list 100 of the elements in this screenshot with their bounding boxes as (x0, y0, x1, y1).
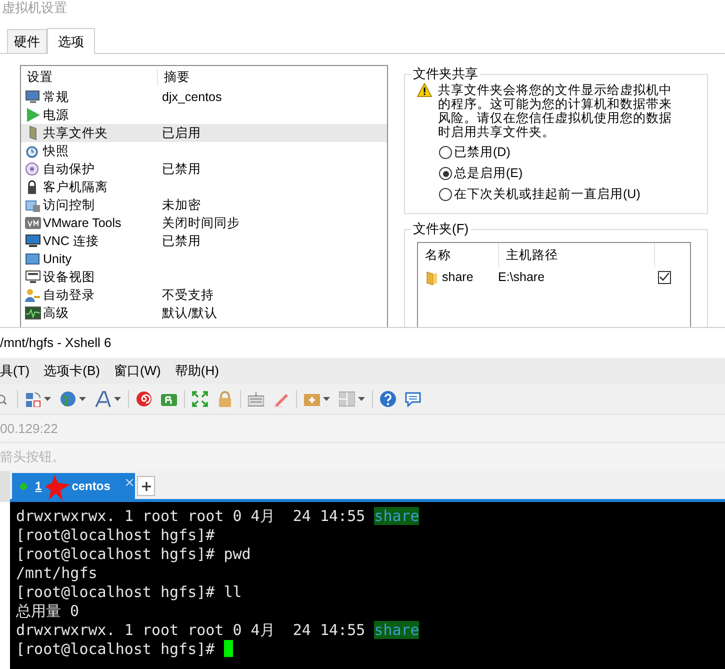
setting-summary: 已启用 (162, 124, 201, 142)
tab-number: 1 (35, 479, 42, 493)
list-row[interactable]: 客户机隔离 (21, 178, 387, 196)
list-row[interactable]: 共享文件夹 已启用 (21, 124, 387, 142)
option-label: 已禁用(D) (454, 144, 510, 161)
setting-summary: 已禁用 (162, 232, 201, 250)
column-header: 名称 (418, 243, 499, 267)
setting-name: VNC 连接 (43, 232, 99, 250)
radio-button[interactable] (439, 188, 452, 201)
list-row[interactable]: 自动登录 不受支持 (21, 286, 387, 304)
tab[interactable]: 选项 (47, 28, 95, 54)
setting-name: 自动登录 (43, 286, 95, 304)
monitor-icon (25, 90, 41, 104)
swirl-button[interactable] (134, 389, 154, 409)
setting-summary: 关闭时间同步 (162, 214, 240, 232)
setting-summary: 默认/默认 (162, 304, 218, 322)
terminal-line: /mnt/hgfs (16, 564, 98, 583)
group-title: 文件夹(F) (412, 220, 470, 238)
setting-summary: djx_centos (162, 90, 222, 104)
close-icon[interactable] (126, 478, 134, 486)
keyboard-button[interactable] (246, 389, 266, 409)
fullscreen-button[interactable] (190, 389, 210, 409)
terminal-line: [root@localhost hgfs]# (16, 526, 215, 545)
setting-name: 电源 (43, 106, 69, 124)
new-session-icon (25, 391, 41, 407)
option-label: 总是启用(E) (454, 165, 523, 182)
warning-text: 共享文件夹会将您的文件显示给虚拟机中的程序。这可能为您的计算机和数据带来风险。请仅在您信任虚拟机使用您的数据时启用共享文件夹。 (438, 83, 673, 139)
setting-summary: 已禁用 (162, 160, 201, 178)
setting-summary: 不受支持 (162, 286, 214, 304)
fullscreen-icon (192, 391, 208, 407)
menu-item[interactable]: 选项卡(B) (44, 362, 100, 380)
list-row[interactable]: Unity (21, 250, 387, 268)
layout-button[interactable] (337, 389, 367, 409)
setting-name: 高级 (43, 304, 69, 322)
session-tab[interactable]: 1 centos (12, 473, 135, 499)
pencil-icon (273, 391, 289, 407)
checkbox[interactable] (658, 270, 671, 284)
play-icon (25, 108, 41, 122)
setting-summary: 未加密 (162, 196, 201, 214)
caret-icon (79, 397, 86, 401)
list-row[interactable]: 访问控制 未加密 (21, 196, 387, 214)
terminal-line: [root@localhost hgfs]# ll (16, 583, 242, 602)
help-button[interactable] (378, 389, 398, 409)
terminal-line: [root@localhost hgfs]# pwd (16, 545, 251, 564)
radio-button[interactable] (439, 167, 452, 180)
caret-icon (358, 397, 365, 401)
hint-text: 箭头按钮。 (0, 442, 725, 471)
font-button[interactable] (93, 389, 123, 409)
setting-name: 快照 (43, 142, 69, 160)
setting-name: 常规 (43, 88, 69, 106)
setting-name: 访问控制 (43, 196, 95, 214)
monitor-icon (25, 270, 41, 284)
globe-icon (60, 391, 76, 407)
globe-button[interactable] (58, 389, 88, 409)
group-title: 文件夹共享 (412, 65, 479, 83)
list-row[interactable]: 电源 (21, 106, 387, 124)
column-header: 摘要 (163, 68, 190, 86)
list-row[interactable]: VNC 连接 已禁用 (21, 232, 387, 250)
caret-icon (44, 397, 51, 401)
setting-name: 客户机隔离 (43, 178, 108, 196)
list-row[interactable]: 设备视图 (21, 268, 387, 286)
column-header: 设置 (21, 68, 158, 86)
folder-plus-icon (304, 391, 320, 407)
radio-button[interactable] (439, 146, 452, 159)
list-row[interactable]: 自动保护 已禁用 (21, 160, 387, 178)
caret-icon (323, 397, 330, 401)
window-title: 虚拟机设置 (1, 0, 68, 17)
setting-name: Unity (43, 252, 72, 266)
tab[interactable]: 硬件 (7, 29, 47, 53)
setting-name: 自动保护 (43, 160, 95, 178)
tab-label: centos (72, 479, 110, 493)
address-text: 00.129:22 (0, 414, 725, 442)
column-header: 主机路径 (499, 243, 655, 267)
option-label: 在下次关机或挂起前一直启用(U) (454, 186, 640, 203)
add-tab-button[interactable] (137, 476, 155, 496)
vm-logo-icon (25, 216, 41, 230)
list-row[interactable]: 快照 (21, 142, 387, 160)
user-key-icon (25, 288, 41, 302)
caret-icon (114, 397, 121, 401)
side-panel (0, 471, 10, 502)
disc-icon (25, 162, 41, 176)
lock-window-icon (25, 198, 41, 212)
menu-item[interactable]: 窗口(W) (114, 362, 161, 380)
menu-item[interactable]: 帮助(H) (174, 362, 219, 380)
setting-name: 共享文件夹 (43, 124, 108, 142)
lock-icon (217, 391, 233, 407)
warning-icon (417, 83, 432, 97)
setting-name: 设备视图 (43, 268, 95, 286)
help-icon (380, 391, 396, 407)
terminal-line: drwxrwxrwx. 1 root root 0 4月 24 14:55 share (16, 621, 420, 640)
chat-icon (405, 391, 421, 407)
list-row[interactable]: VMware Tools 关闭时间同步 (21, 214, 387, 232)
terminal-line: drwxrwxrwx. 1 root root 0 4月 24 14:55 share (16, 507, 420, 526)
chart-icon (25, 306, 41, 320)
window-icon (25, 252, 41, 266)
font-icon (95, 391, 111, 407)
list-row[interactable]: 高级 默认/默认 (21, 304, 387, 322)
menu-item[interactable]: 具(T) (0, 362, 30, 380)
list-row[interactable]: 常规 djx_centos (21, 88, 387, 106)
plus-icon (142, 482, 150, 490)
